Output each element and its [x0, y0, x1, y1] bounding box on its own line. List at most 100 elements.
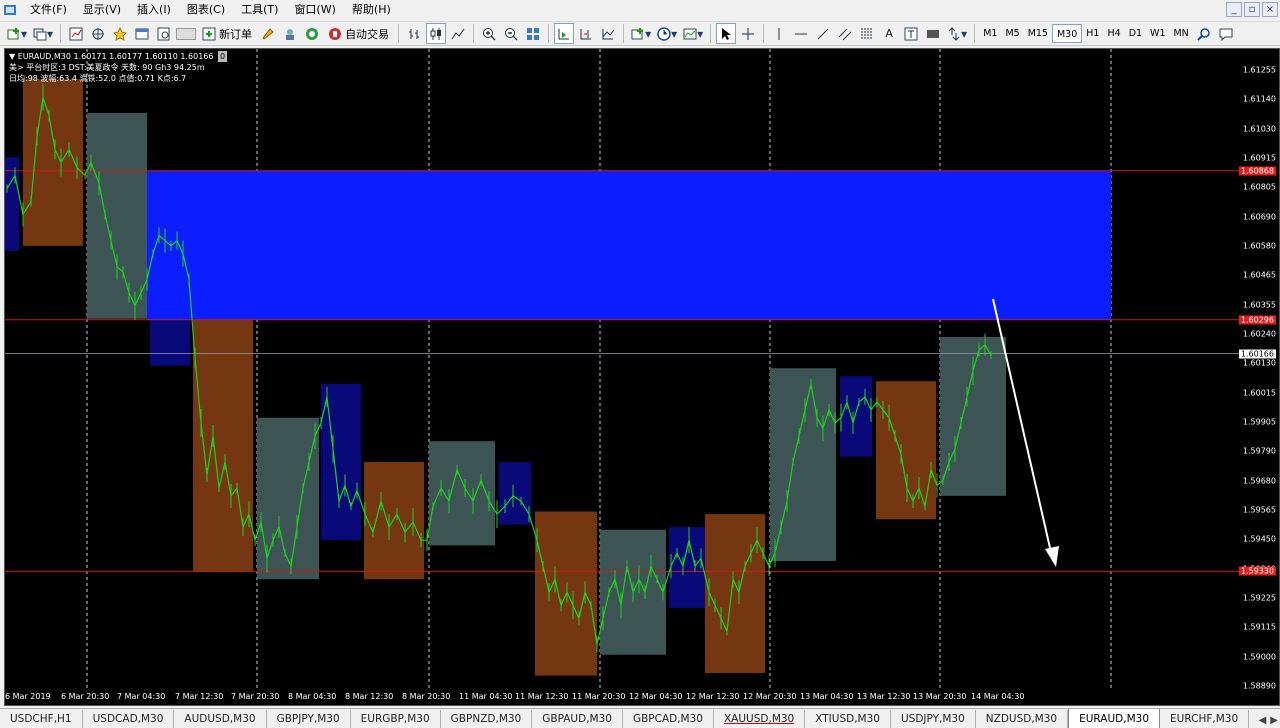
fibonacci-icon[interactable] [857, 23, 877, 44]
terminal-icon[interactable] [132, 23, 152, 44]
tab-gbpjpy-m30[interactable]: GBPJPY,M30 [267, 710, 351, 728]
symbol-ohlc: EURAUD,M30 1.60171 1.60177 1.60110 1.601… [17, 52, 214, 61]
auto-scroll-icon[interactable] [554, 23, 575, 44]
zoom-in-icon[interactable] [479, 23, 499, 44]
price-tick-label: 1.59115 [1242, 622, 1276, 632]
close-icon[interactable]: × [1262, 2, 1278, 17]
menu-tools[interactable]: 工具(T) [233, 0, 286, 20]
price-tick-label: 1.59790 [1242, 446, 1276, 456]
tab-xauusd-m30[interactable]: XAUUSD,M30 [714, 710, 806, 728]
tab-usdcad-m30[interactable]: USDCAD,M30 [83, 710, 175, 728]
tile-windows-icon[interactable] [523, 23, 543, 44]
price-chart[interactable]: ▼ EURAUD,M30 1.60171 1.60177 1.60110 1.6… [4, 48, 1280, 706]
metaeditor-icon[interactable] [258, 23, 278, 44]
menu-help[interactable]: 帮助(H) [344, 0, 399, 20]
current-price-label: 1.60166 [1238, 349, 1276, 359]
tab-scroll-right-icon[interactable]: ▶ [1270, 715, 1278, 726]
auto-trading-button[interactable]: 自动交易 [324, 23, 393, 44]
tab-audusd-m30[interactable]: AUDUSD,M30 [174, 710, 267, 728]
price-tick-label: 1.61255 [1242, 65, 1276, 75]
cursor-icon[interactable] [716, 23, 737, 44]
zoom-out-icon[interactable] [501, 23, 521, 44]
line-chart-icon[interactable] [448, 23, 468, 44]
channel-icon[interactable] [835, 23, 855, 44]
zone-bottom-price-label: 1.60296 [1238, 315, 1276, 325]
tab-eurgbp-m30[interactable]: EURGBP,M30 [351, 710, 441, 728]
tab-scroll-controls: ◀ ▶ [1259, 715, 1278, 726]
tab-eurchf-m30[interactable]: EURCHF,M30 [1160, 710, 1250, 728]
templates-icon[interactable]: ▾ [681, 23, 705, 44]
chat-icon[interactable] [1216, 23, 1236, 44]
collapse-triangle-icon[interactable]: ▼ [9, 52, 15, 61]
price-axis[interactable]: 1.61255 1.61140 1.61030 1.60915 1.60805 1.606… [1238, 49, 1279, 691]
navigator-icon[interactable] [110, 23, 130, 44]
text-label-icon[interactable] [901, 23, 921, 44]
new-order-badge-icon[interactable] [176, 27, 197, 40]
timeframe-d1[interactable]: D1 [1125, 24, 1146, 43]
tab-gbpcad-m30[interactable]: GBPCAD,M30 [623, 710, 714, 728]
indicators-icon[interactable]: ▾ [629, 23, 653, 44]
arrows-icon[interactable]: ▾ [945, 23, 969, 44]
crosshair-icon[interactable] [738, 23, 758, 44]
auto-trading-label: 自动交易 [345, 27, 390, 41]
time-tick-label: 11 Mar 04:30 [459, 692, 513, 701]
signals-icon[interactable] [280, 23, 300, 44]
market-watch-icon[interactable] [66, 23, 86, 44]
horizontal-line-icon[interactable] [791, 23, 811, 44]
mt4-window: 文件(F) 显示(V) 插入(I) 图表(C) 工具(T) 窗口(W) 帮助(H… [0, 0, 1280, 728]
tab-scroll-left-icon[interactable]: ◀ [1259, 715, 1267, 726]
timeframe-m5[interactable]: M5 [1001, 24, 1023, 43]
menu-file[interactable]: 文件(F) [22, 0, 75, 20]
tab-gbpnzd-m30[interactable]: GBPNZD,M30 [441, 710, 533, 728]
menu-charts[interactable]: 图表(C) [179, 0, 233, 20]
tab-euraud-m30[interactable]: EURAUD,M30 [1068, 709, 1161, 728]
menu-view[interactable]: 显示(V) [75, 0, 129, 20]
timeframe-h4[interactable]: H4 [1103, 24, 1124, 43]
timeframe-mn[interactable]: MN [1169, 24, 1192, 43]
tab-usdjpy-m30[interactable]: USDJPY,M30 [891, 710, 976, 728]
indicator-badge: 0 [218, 51, 228, 62]
session-box [364, 462, 424, 580]
timeframe-m1[interactable]: M1 [979, 24, 1001, 43]
time-tick-label: 8 Mar 04:30 [288, 692, 337, 701]
periods-clock-icon[interactable]: ▾ [655, 23, 679, 44]
market-icon[interactable] [302, 23, 322, 44]
text-tool-icon[interactable]: A [879, 23, 899, 44]
time-tick-label: 6 Mar 2019 [5, 692, 51, 701]
profiles-icon[interactable]: ▾ [31, 23, 55, 44]
period-separators-icon[interactable] [598, 23, 618, 44]
candlestick-chart-icon[interactable] [426, 23, 447, 44]
menu-insert[interactable]: 插入(I) [129, 0, 179, 20]
session-box [876, 381, 936, 520]
time-tick-label: 13 Mar 20:30 [913, 692, 967, 701]
timeframe-w1[interactable]: W1 [1146, 24, 1169, 43]
search-icon[interactable] [1194, 23, 1214, 44]
menu-window[interactable]: 窗口(W) [286, 0, 343, 20]
tab-usdchf-h1[interactable]: USDCHF,H1 [0, 710, 83, 728]
session-box [499, 462, 531, 525]
projection-arrow-head [1045, 546, 1059, 567]
timeframe-m15[interactable]: M15 [1024, 24, 1052, 43]
new-order-button[interactable]: 新订单 [198, 23, 256, 44]
tab-xtiusd-m30[interactable]: XTIUSD,M30 [805, 710, 891, 728]
restore-icon[interactable]: ▫ [1244, 2, 1260, 17]
chart-tabs: USDCHF,H1 USDCAD,M30 AUDUSD,M30 GBPJPY,M… [0, 708, 1280, 728]
chart-shift-icon[interactable] [576, 23, 596, 44]
bar-chart-icon[interactable] [404, 23, 424, 44]
tab-nzdusd-m30[interactable]: NZDUSD,M30 [976, 710, 1069, 728]
new-chart-icon[interactable]: ▾ [5, 23, 29, 44]
price-tick-label: 1.60355 [1242, 300, 1276, 310]
price-tick-label: 1.60580 [1242, 241, 1276, 251]
minimize-icon[interactable]: _ [1226, 2, 1242, 17]
strategy-tester-icon[interactable] [154, 23, 174, 44]
rectangle-tool-icon[interactable] [923, 23, 943, 44]
data-window-icon[interactable] [88, 23, 108, 44]
timeframe-m30[interactable]: M30 [1051, 24, 1083, 43]
chart-canvas[interactable] [5, 49, 1279, 705]
timeframe-h1[interactable]: H1 [1082, 24, 1103, 43]
vertical-line-icon[interactable] [769, 23, 789, 44]
menu-bar: 文件(F) 显示(V) 插入(I) 图表(C) 工具(T) 窗口(W) 帮助(H… [0, 0, 1280, 20]
trendline-icon[interactable] [813, 23, 833, 44]
tab-gbpaud-m30[interactable]: GBPAUD,M30 [532, 710, 623, 728]
supply-zone [147, 170, 1111, 320]
